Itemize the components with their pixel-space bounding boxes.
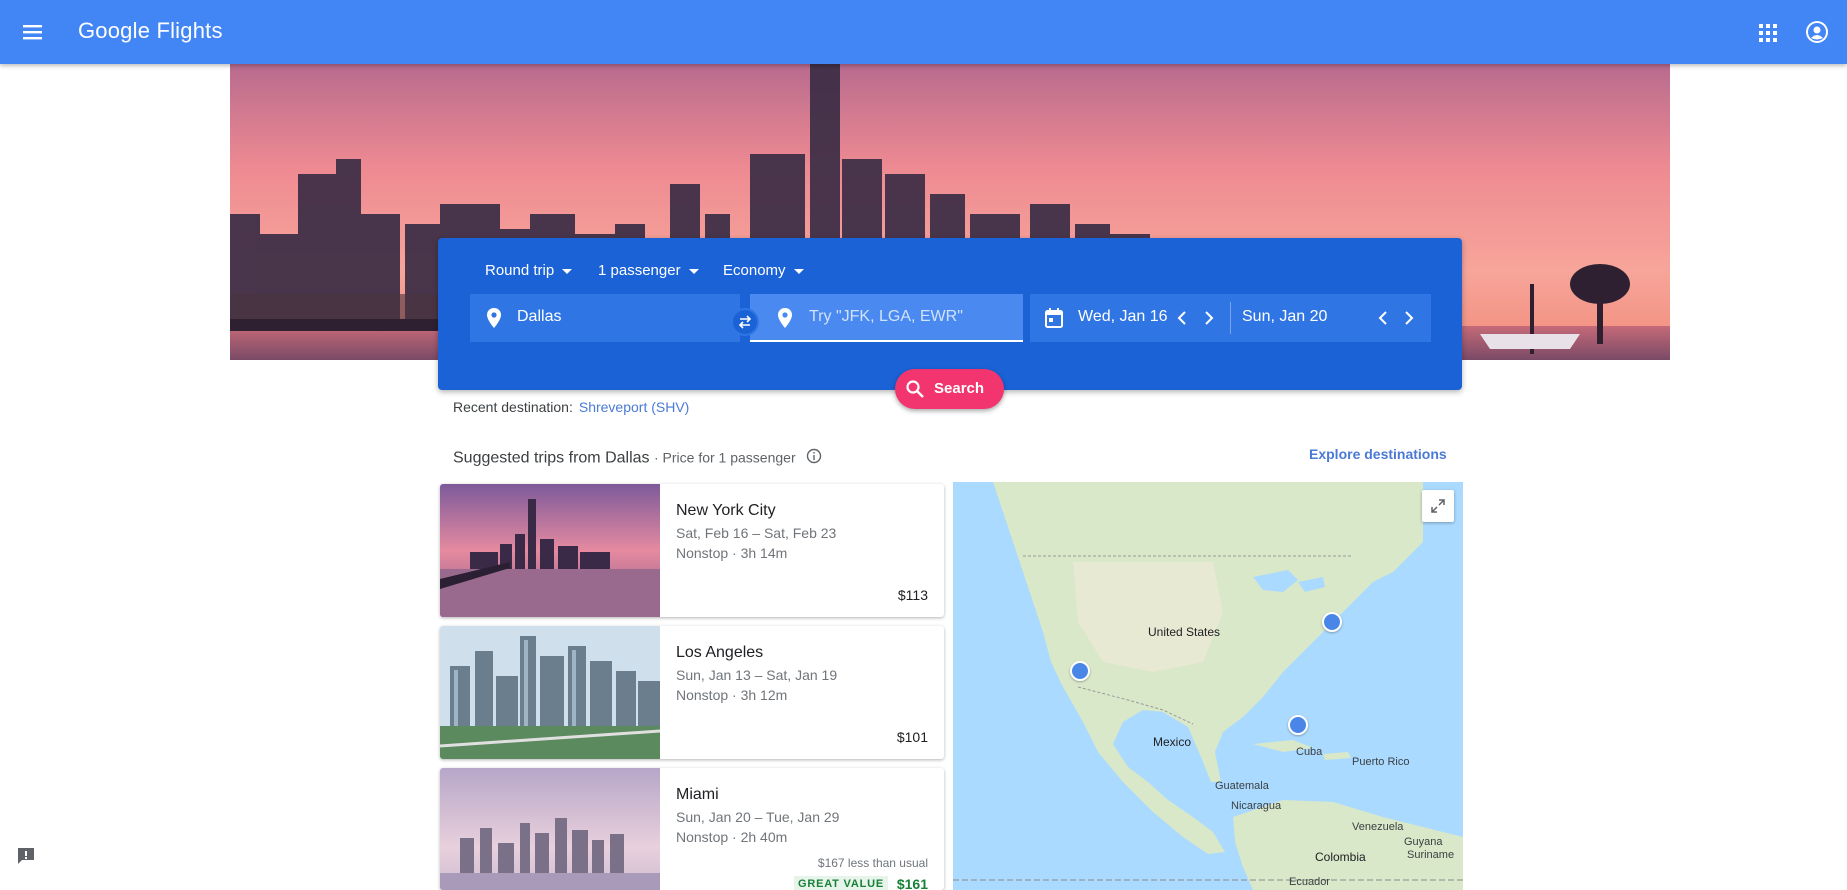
date-divider (1230, 302, 1231, 334)
apps-grid-icon[interactable] (1757, 22, 1779, 44)
return-date[interactable]: Sun, Jan 20 (1242, 308, 1327, 326)
app-title[interactable]: Google Flights (78, 18, 223, 44)
map-pin-miami[interactable] (1288, 715, 1308, 735)
trip-dates: Sat, Feb 16 – Sat, Feb 23 (676, 525, 837, 541)
trip-type-dropdown[interactable]: Round trip (485, 262, 573, 279)
trip-card[interactable]: New York City Sat, Feb 16 – Sat, Feb 23 … (440, 484, 944, 617)
search-panel: Round trip 1 passenger Economy Dallas Tr… (438, 238, 1462, 390)
trip-type-label: Round trip (485, 262, 555, 279)
info-icon[interactable] (806, 448, 822, 469)
destination-placeholder: Try "JFK, LGA, EWR" (809, 308, 963, 325)
map-label: Mexico (1153, 735, 1192, 749)
menu-icon[interactable] (20, 20, 46, 44)
location-pin-icon (484, 307, 504, 334)
map-label: Nicaragua (1231, 800, 1282, 812)
depart-prev-chevron-icon[interactable] (1173, 308, 1193, 328)
search-button[interactable]: Search (895, 369, 1004, 409)
date-picker: Wed, Jan 16 Sun, Jan 20 (1030, 294, 1431, 342)
search-button-label: Search (934, 380, 985, 397)
map-pin-los-angeles[interactable] (1070, 661, 1090, 681)
map-label: Puerto Rico (1352, 756, 1410, 768)
account-icon[interactable] (1806, 21, 1828, 43)
caret-down-icon (688, 268, 699, 274)
trip-stops: Nonstop · 2h 40m (676, 829, 788, 845)
destinations-map[interactable]: United States Mexico Cuba Puerto Rico Gu… (953, 482, 1463, 890)
great-value-badge: GREAT VALUE (793, 876, 888, 890)
trip-city: Los Angeles (676, 644, 764, 661)
cabin-class-dropdown[interactable]: Economy (723, 262, 804, 279)
swap-icon[interactable] (731, 308, 759, 336)
map-label: Colombia (1315, 850, 1366, 864)
explore-destinations-link[interactable]: Explore destinations (1309, 446, 1447, 462)
map-label: Venezuela (1352, 821, 1404, 833)
search-icon (906, 380, 924, 398)
recent-destination: Recent destination: Shreveport (SHV) (453, 399, 689, 415)
suggested-trips-title: Suggested trips from Dallas (453, 449, 650, 467)
trip-city: Miami (676, 786, 719, 803)
trip-city: New York City (676, 502, 776, 519)
passengers-dropdown[interactable]: 1 passenger (598, 262, 699, 279)
calendar-icon[interactable] (1044, 307, 1064, 334)
map-label: Cuba (1296, 746, 1323, 758)
cabin-class-label: Economy (723, 262, 786, 279)
trip-stops: Nonstop · 3h 14m (676, 545, 788, 561)
map-label: Guyana (1404, 836, 1443, 848)
top-app-bar: Google Flights (0, 0, 1847, 64)
caret-down-icon (562, 268, 573, 274)
trip-dates: Sun, Jan 13 – Sat, Jan 19 (676, 667, 838, 683)
recent-destination-link[interactable]: Shreveport (SHV) (579, 399, 689, 415)
passengers-label: 1 passenger (598, 262, 681, 279)
suggested-trips-header: Suggested trips from Dallas · Price for … (453, 448, 822, 469)
price-note: · Price for 1 passenger (653, 449, 796, 466)
return-next-chevron-icon[interactable] (1398, 308, 1418, 328)
depart-date[interactable]: Wed, Jan 16 (1078, 308, 1168, 326)
trip-stops: Nonstop · 3h 12m (676, 687, 788, 703)
price-saving-note: $167 less than usual (817, 856, 928, 870)
trip-price: $101 (896, 729, 928, 745)
trip-thumbnail-miami (440, 768, 660, 890)
depart-next-chevron-icon[interactable] (1198, 308, 1218, 328)
recent-destination-label: Recent destination: (453, 399, 573, 415)
map-label: Guatemala (1215, 780, 1269, 792)
origin-field[interactable]: Dallas (470, 294, 740, 342)
map-label: United States (1148, 625, 1221, 639)
trip-dates: Sun, Jan 20 – Tue, Jan 29 (676, 809, 840, 825)
trip-price: $161 (896, 876, 928, 890)
trip-card[interactable]: Miami Sun, Jan 20 – Tue, Jan 29 Nonstop … (440, 768, 944, 890)
expand-icon[interactable] (1422, 490, 1454, 522)
feedback-icon[interactable] (16, 846, 36, 866)
trip-card[interactable]: Los Angeles Sun, Jan 13 – Sat, Jan 19 No… (440, 626, 944, 759)
destination-input[interactable]: Try "JFK, LGA, EWR" (750, 294, 1023, 342)
map-pin-new-york[interactable] (1322, 612, 1342, 632)
trip-price: $113 (897, 587, 928, 603)
trip-thumbnail-los-angeles (440, 626, 660, 759)
trip-thumbnail-new-york (440, 484, 660, 617)
map-label: Ecuador (1289, 876, 1330, 888)
origin-value: Dallas (517, 308, 562, 325)
return-prev-chevron-icon[interactable] (1374, 308, 1394, 328)
map-label: Suriname (1407, 849, 1455, 861)
caret-down-icon (793, 268, 804, 274)
location-pin-icon (775, 307, 795, 334)
